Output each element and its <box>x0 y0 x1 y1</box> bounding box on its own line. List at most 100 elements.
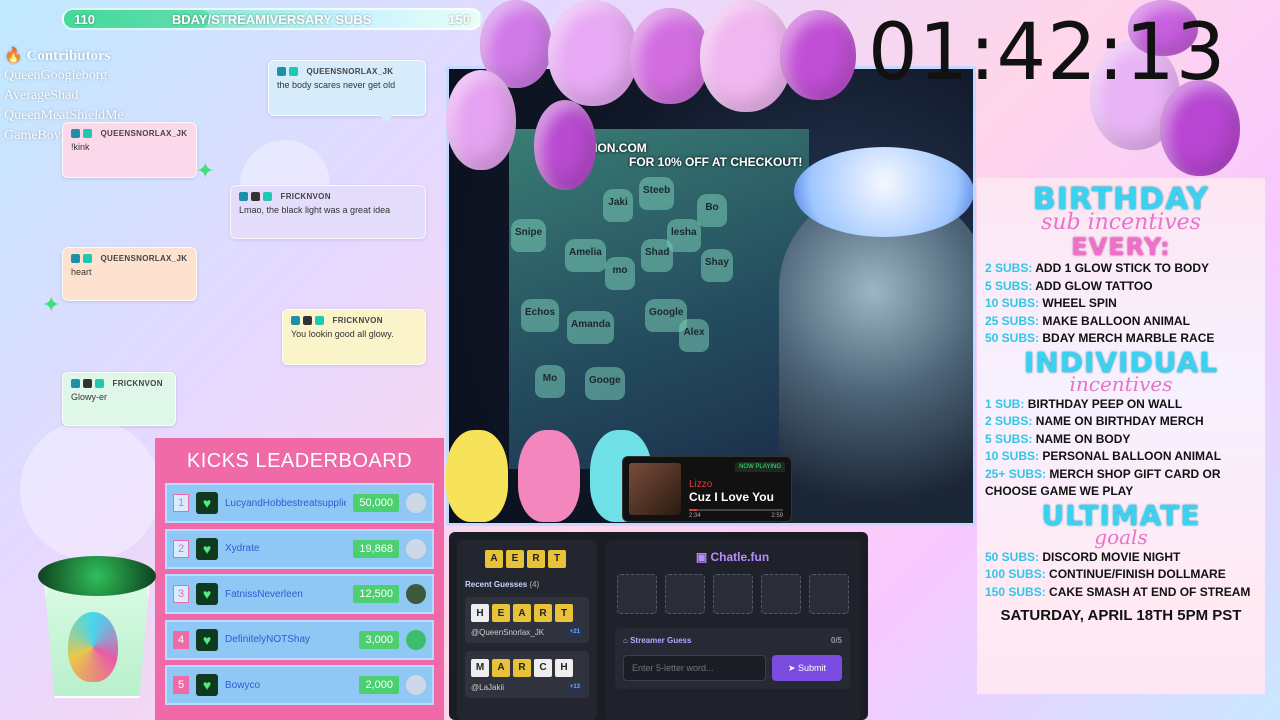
balloon <box>700 0 792 112</box>
incentive-threshold: 10 SUBS: <box>985 296 1040 310</box>
peep-label: Jaki <box>603 189 633 222</box>
guess-card: HEART @QueenSnorlax_JK +21 <box>465 596 589 643</box>
incentive-line: 5 SUBS: ADD GLOW TATTOO <box>985 278 1257 296</box>
submit-button[interactable]: ➤ Submit <box>772 655 842 681</box>
chat-username: QUEENSNORLAX_JK <box>306 67 394 76</box>
individual-list: 1 SUB: BIRTHDAY PEEP ON WALL 2 SUBS: NAM… <box>985 396 1257 501</box>
now-playing-widget: NOW PLAYING Lizzo Cuz I Love You 2:34 2:… <box>622 456 792 522</box>
goal-end: 150 <box>448 11 470 27</box>
chat-username: QUEENSNORLAX_JK <box>100 129 188 138</box>
incentive-threshold: 2 SUBS: <box>985 414 1033 428</box>
emote-icon <box>406 493 426 513</box>
incentive-threshold: 5 SUBS: <box>985 278 1033 293</box>
chat-message: FRICKNVON You lookin good all glowy. <box>282 309 426 365</box>
incentive-threshold: 1 SUB: <box>985 396 1025 411</box>
event-date: SATURDAY, APRIL 18TH 5PM PST <box>1000 607 1242 624</box>
ultimate-subtitle: goals <box>1094 524 1148 549</box>
kick-icon: ♥ <box>196 674 218 696</box>
leaderboard-rank: 3 <box>173 585 189 603</box>
chat-text: heart <box>71 267 92 277</box>
incentive-line: 100 SUBS: CONTINUE/FINISH DOLLMARE <box>985 566 1257 584</box>
incentive-line: 150 SUBS: CAKE SMASH AT END OF STREAM <box>985 584 1257 602</box>
balloon <box>780 10 856 100</box>
incentive-line: 50 SUBS: BDAY MERCH MARBLE RACE <box>985 330 1257 348</box>
goal-label: BDAY/STREAMIVERSARY SUBS <box>171 11 372 27</box>
peep-label: Echos <box>521 299 560 332</box>
peep-label: Amanda <box>567 311 615 344</box>
letter-tile: E <box>492 604 510 622</box>
submit-label: Submit <box>798 662 827 673</box>
joystick-icon: ⌂ <box>623 636 628 645</box>
leaderboard-rank: 4 <box>173 630 189 649</box>
kick-icon: ♥ <box>196 583 218 605</box>
incentive-line: 25+ SUBS: MERCH SHOP GIFT CARD OR <box>985 466 1257 484</box>
streamer-guess-text: Streamer Guess <box>630 636 692 645</box>
incentive-line: 10 SUBS: PERSONAL BALLOON ANIMAL <box>985 448 1257 466</box>
streamer-guess-count: 0/5 <box>830 636 842 645</box>
letter-tile: R <box>527 549 545 568</box>
contributor-item: AverageShad <box>4 88 79 103</box>
peep-label: Mo <box>535 365 565 398</box>
incentive-threshold: 10 SUBS: <box>985 449 1040 463</box>
chatle-brand-text: Chatle.fun <box>710 550 770 564</box>
chat-message: QUEENSNORLAX_JK the body scares never ge… <box>268 60 426 122</box>
peep-label: Shad <box>641 239 674 272</box>
leaderboard-value: 2,000 <box>359 676 399 694</box>
incentive-threshold: 50 SUBS: <box>985 331 1040 345</box>
bucket-top <box>38 556 156 596</box>
chat-username: FRICKNVON <box>112 379 163 388</box>
bokeh-light <box>20 420 160 560</box>
letter-tile: A <box>492 658 510 677</box>
crown-icon <box>83 379 92 388</box>
leaderboard-row: 1 ♥ LucyandHobbestreatsupplie 50,000 <box>165 483 434 523</box>
guess-input[interactable] <box>623 655 766 681</box>
crown-icon <box>303 316 312 325</box>
emote-icon <box>406 629 426 650</box>
kick-icon: ♥ <box>196 628 218 651</box>
incentive-reward: BDAY MERCH MARBLE RACE <box>1042 331 1215 345</box>
leaderboard-row: 3 ♥ FatnissNeverleen 12,500 <box>165 574 434 614</box>
incentive-threshold: 2 SUBS: <box>985 261 1033 275</box>
chat-username: FRICKNVON <box>332 316 383 325</box>
incentive-line: 1 SUB: BIRTHDAY PEEP ON WALL <box>985 396 1257 414</box>
letter-tile: T <box>548 549 566 568</box>
badge-icon <box>71 379 80 388</box>
emote-icon <box>406 584 426 604</box>
incentive-reward: PERSONAL BALLOON ANIMAL <box>1042 449 1222 463</box>
incentive-reward: NAME ON BIRTHDAY MERCH <box>1035 414 1204 428</box>
balloon <box>548 0 638 106</box>
incentive-reward: ADD 1 GLOW STICK TO BODY <box>1035 261 1210 275</box>
incentive-reward: DISCORD MOVIE NIGHT <box>1042 549 1181 564</box>
kick-icon: ♥ <box>196 492 218 514</box>
song-progress-fill <box>689 509 697 511</box>
peep-label: Googe <box>585 367 625 400</box>
incentive-threshold: 25 SUBS: <box>985 313 1040 328</box>
chat-text: Lmao, the black light was a great idea <box>239 205 391 215</box>
letter-tile: H <box>555 658 573 677</box>
leaderboard-row: 4 ♥ DefinitelyNOTShay 3,000 <box>165 619 434 660</box>
leaderboard-row: 2 ♥ Xydrate 19,868 <box>165 528 434 569</box>
leaderboard-rank: 1 <box>173 494 189 512</box>
badge-icon <box>71 129 80 138</box>
leaderboard-name: LucyandHobbestreatsupplie <box>225 497 347 509</box>
leaderboard-name: Xydrate <box>225 543 260 554</box>
chat-message: QUEENSNORLAX_JK !kink <box>62 122 197 178</box>
chat-message: FRICKNVON Glowy-er <box>62 372 176 426</box>
letter-tile: M <box>471 658 489 677</box>
badge-icon <box>277 67 286 76</box>
incentive-reward: CONTINUE/FINISH DOLLMARE <box>1049 567 1226 581</box>
letter-tile: R <box>513 658 531 677</box>
chatle-brand: ▣ Chatle.fun <box>615 550 850 564</box>
stream-timer: 01:42:13 <box>868 8 1227 98</box>
balloon <box>446 70 516 170</box>
incentive-threshold: 100 SUBS: <box>985 567 1046 581</box>
song-progress <box>689 509 783 511</box>
promo-offer: FOR 10% OFF AT CHECKOUT! <box>629 155 803 169</box>
recent-guesses-label: Recent Guesses <box>465 579 528 589</box>
peep-label: Shay <box>701 249 733 282</box>
incentive-line-cont: CHOOSE GAME WE PLAY <box>985 484 1134 498</box>
incentive-line: 5 SUBS: NAME ON BODY <box>985 431 1257 449</box>
leaderboard-rank: 2 <box>173 539 189 558</box>
leaderboard-name: DefinitelyNOTShay <box>225 634 311 645</box>
peep-label: Amelia <box>565 239 606 272</box>
